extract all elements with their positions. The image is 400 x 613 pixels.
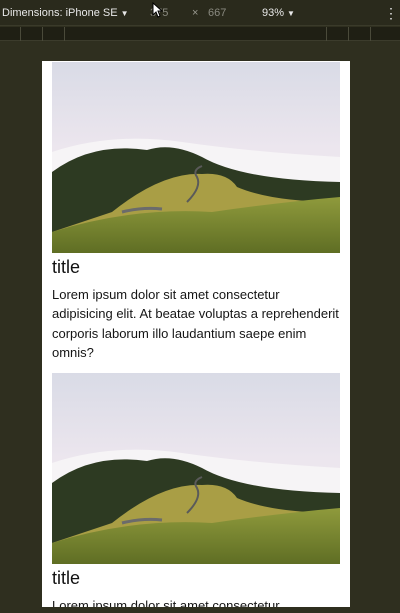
chevron-down-icon: ▼: [120, 8, 129, 18]
card: title Lorem ipsum dolor sit amet consect…: [52, 62, 340, 363]
card-text: Lorem ipsum dolor sit amet consectetur a…: [52, 287, 339, 361]
more-options-icon[interactable]: ⋮: [384, 0, 398, 26]
ruler-tick: [42, 27, 43, 41]
zoom-dropdown[interactable]: 93% ▼: [262, 0, 295, 26]
ruler-tick: [64, 27, 65, 41]
ruler-tick: [370, 27, 371, 41]
landscape-photo: [52, 62, 340, 253]
card: title Lorem ipsum dolor sit amet consect…: [52, 373, 340, 607]
dimensions-label: Dimensions: iPhone SE: [2, 7, 118, 19]
devtools-device-toolbar: Dimensions: iPhone SE ▼ 375 × 667 93% ▼ …: [0, 0, 400, 26]
device-viewport[interactable]: title Lorem ipsum dolor sit amet consect…: [42, 61, 350, 607]
card-title: title: [52, 568, 81, 588]
times-separator: ×: [192, 7, 199, 19]
dimensions-dropdown[interactable]: Dimensions: iPhone SE ▼: [2, 0, 128, 26]
mouse-cursor-icon: [152, 2, 164, 18]
card-title: title: [52, 257, 81, 277]
height-input[interactable]: 667: [208, 0, 226, 26]
ruler-tick: [348, 27, 349, 41]
ruler-tick: [20, 27, 21, 41]
ruler-tick: [326, 27, 327, 41]
chevron-down-icon: ▼: [287, 8, 295, 18]
media-query-bar[interactable]: [0, 27, 400, 41]
card-text: Lorem ipsum dolor sit amet consectetur: [52, 598, 280, 607]
landscape-photo: [52, 373, 340, 564]
height-value: 667: [208, 7, 227, 19]
zoom-value: 93%: [262, 7, 285, 19]
